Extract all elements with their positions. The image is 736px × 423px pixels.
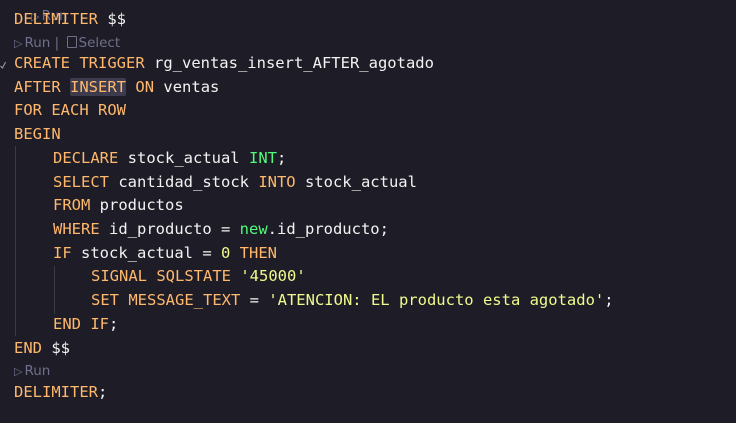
codelens-run-link[interactable]: ▷ Run — [14, 35, 50, 51]
gutter-check-icon — [0, 61, 6, 69]
code-line-where: WHERE id_producto = new.id_producto; — [53, 220, 389, 238]
codelens-run-select: ▷ Run | Select — [14, 35, 121, 51]
indent-guide — [15, 146, 16, 336]
selected-word-highlight: INSERT — [70, 78, 127, 96]
code-editor[interactable]: ▷ Run DELIMITER $$ ▷ Run | Select CREATE T… — [0, 0, 736, 423]
code-line-for-each-row: FOR EACH ROW — [14, 101, 126, 119]
code-line-create-trigger: CREATE TRIGGER rg_ventas_insert_AFTER_ag… — [14, 54, 434, 72]
code-line-after-insert: AFTER INSERT ON ventas — [14, 78, 220, 96]
code-line-end-if: END IF; — [53, 315, 119, 333]
code-line-end: END $$ — [14, 339, 70, 357]
copy-icon — [66, 36, 77, 48]
codelens-select-link[interactable]: Select — [64, 35, 120, 51]
code-line-delimiter-open: DELIMITER $$ — [14, 10, 126, 28]
codelens-run-top[interactable]: ▷ Run — [14, 0, 67, 24]
code-line-set-message: SET MESSAGE_TEXT = 'ATENCION: EL product… — [91, 291, 614, 309]
indent-guide — [54, 266, 55, 314]
code-line-delimiter-close: DELIMITER; — [14, 383, 108, 401]
code-line-if: IF stock_actual = 0 THEN — [53, 244, 277, 262]
code-line-begin: BEGIN — [14, 125, 61, 143]
code-line-signal: SIGNAL SQLSTATE '45000' — [91, 267, 306, 285]
play-triangle-icon: ▷ — [14, 365, 23, 378]
code-line-from: FROM productos — [53, 196, 184, 214]
code-line-select: SELECT cantidad_stock INTO stock_actual — [53, 173, 417, 191]
codelens-run-bottom[interactable]: ▷ Run — [14, 362, 50, 380]
code-line-declare: DECLARE stock_actual INT; — [53, 149, 287, 167]
play-triangle-icon: ▷ — [14, 37, 23, 50]
